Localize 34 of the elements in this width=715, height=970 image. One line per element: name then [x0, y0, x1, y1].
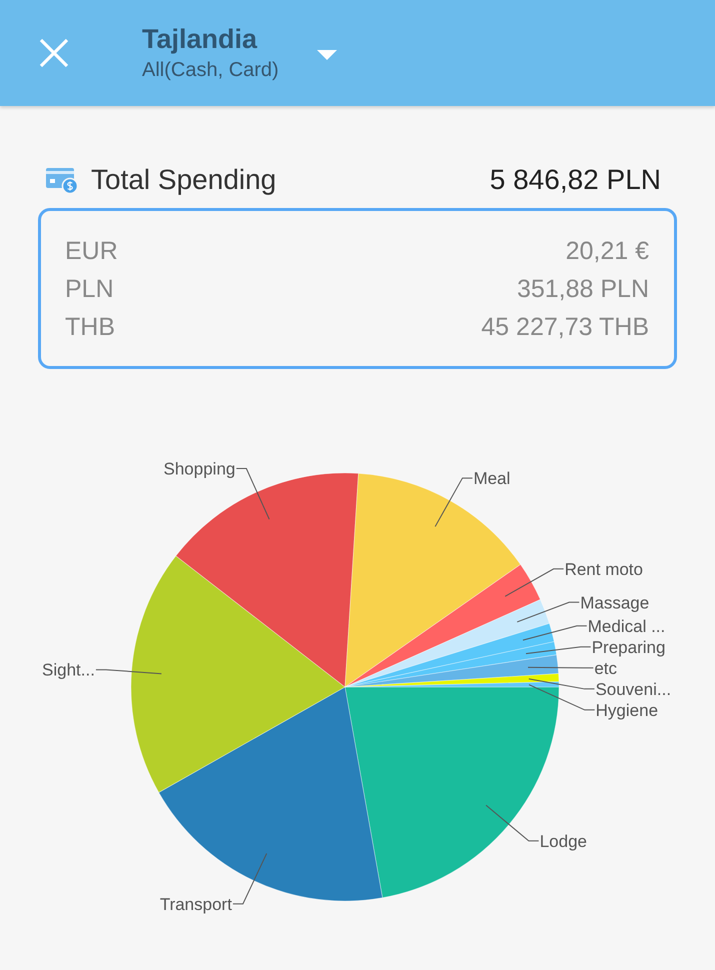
dropdown-arrow-icon[interactable]	[316, 50, 337, 60]
currency-code: THB	[65, 313, 115, 342]
currency-code: EUR	[65, 237, 118, 266]
currency-amount: 351,88 PLN	[516, 275, 649, 304]
total-label: Total Spending	[91, 164, 278, 196]
total-amount: 5 846,82 PLN	[490, 164, 661, 196]
slice-label: Preparing	[592, 638, 666, 657]
leader-line	[236, 468, 270, 520]
currency-code: PLN	[65, 275, 114, 304]
currency-amount: 20,21 €	[566, 237, 649, 266]
currency-amount: 45 227,73 THB	[481, 313, 649, 342]
slice-label: Rent moto	[564, 560, 643, 579]
leader-line	[504, 568, 564, 597]
leader-line	[528, 666, 594, 668]
slice-label: Medical ...	[588, 616, 666, 636]
slice-label: Lodge	[540, 832, 587, 851]
slice-label: Meal	[473, 469, 510, 488]
slice-label: Massage	[580, 593, 650, 612]
slice-label: Hygiene	[596, 700, 658, 720]
leader-line	[526, 646, 592, 654]
leader-line	[434, 478, 473, 528]
leader-line	[516, 602, 580, 622]
slice-label: Shopping	[164, 460, 236, 479]
leader-line	[232, 853, 268, 904]
slice-label: etc	[594, 658, 617, 678]
leader-line	[486, 804, 540, 842]
trip-title[interactable]: Tajlandia	[142, 24, 279, 55]
slice-label: Transport	[160, 894, 232, 914]
leader-line	[522, 625, 588, 641]
card-icon	[45, 166, 79, 194]
slice-label: Sight...	[42, 660, 95, 680]
leader-line	[95, 669, 162, 674]
slice-label: Souveni...	[595, 680, 672, 699]
wallet-filter[interactable]: All(Cash, Card)	[142, 59, 279, 82]
